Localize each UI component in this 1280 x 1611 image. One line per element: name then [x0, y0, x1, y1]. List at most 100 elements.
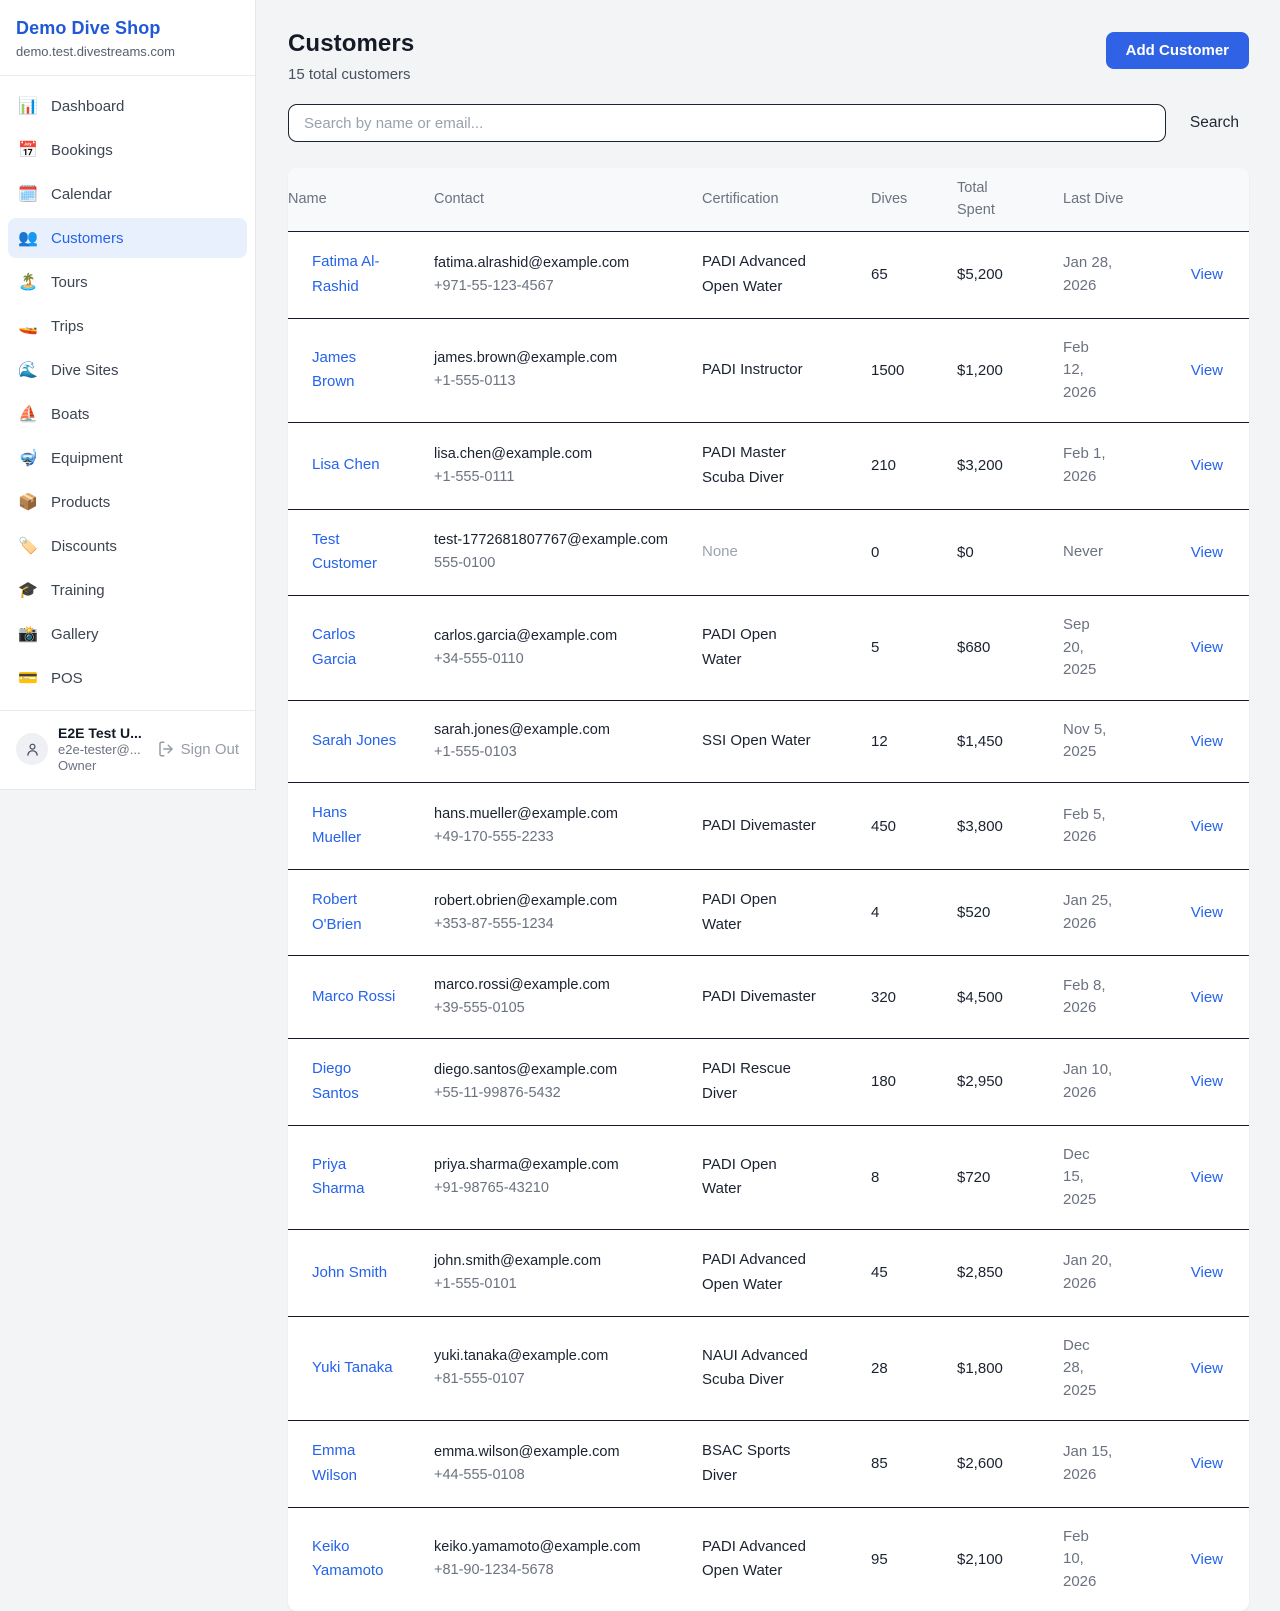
- cell-contact: fatima.alrashid@example.com +971-55-123-…: [434, 234, 702, 316]
- cell-contact: yuki.tanaka@example.com +81-555-0107: [434, 1327, 702, 1409]
- view-link[interactable]: View: [1191, 1169, 1223, 1186]
- sidebar: Demo Dive Shop demo.test.divestreams.com…: [0, 0, 256, 790]
- customer-name-link[interactable]: Diego Santos: [312, 1057, 400, 1107]
- view-link[interactable]: View: [1191, 1455, 1223, 1472]
- customer-email: lisa.chen@example.com: [434, 443, 690, 466]
- sidebar-item-label: Dashboard: [51, 98, 124, 115]
- cell-dives: 85: [871, 1437, 957, 1490]
- sidebar-item-label: Trips: [51, 318, 84, 335]
- column-header: Total Spent: [957, 168, 1063, 230]
- person-icon: [24, 741, 41, 758]
- customer-phone: +49-170-555-2233: [434, 826, 690, 849]
- customer-phone: +971-55-123-4567: [434, 275, 690, 298]
- table-row: Carlos Garcia carlos.garcia@example.com …: [288, 596, 1249, 701]
- table-row: Lisa Chen lisa.chen@example.com +1-555-0…: [288, 423, 1249, 510]
- sidebar-item[interactable]: 📦 Products: [8, 482, 247, 522]
- view-link[interactable]: View: [1191, 544, 1223, 561]
- customer-name-link[interactable]: Priya Sharma: [312, 1153, 400, 1203]
- customer-phone: +44-555-0108: [434, 1464, 690, 1487]
- sidebar-item[interactable]: ⛵ Boats: [8, 394, 247, 434]
- sidebar-item[interactable]: 🤿 Equipment: [8, 438, 247, 478]
- cell-contact: robert.obrien@example.com +353-87-555-12…: [434, 872, 702, 954]
- view-link[interactable]: View: [1191, 733, 1223, 750]
- cell-last-dive: Nov 5, 2025: [1063, 701, 1125, 782]
- user-name: E2E Test U...: [58, 725, 147, 741]
- cell-view: View: [1161, 344, 1249, 397]
- nav-item-icon: 🏷️: [18, 536, 38, 556]
- view-link[interactable]: View: [1191, 266, 1223, 283]
- cell-total-spent: $3,200: [957, 439, 1063, 492]
- sidebar-item[interactable]: 💳 POS: [8, 658, 247, 698]
- cell-contact: emma.wilson@example.com +44-555-0108: [434, 1423, 702, 1505]
- view-link[interactable]: View: [1191, 1073, 1223, 1090]
- cell-total-spent: $520: [957, 886, 1063, 939]
- nav-item-icon: 👥: [18, 228, 38, 248]
- column-header: Certification: [702, 179, 871, 220]
- customer-name-link[interactable]: John Smith: [312, 1261, 387, 1286]
- cell-name: Emma Wilson: [288, 1421, 434, 1507]
- search-button[interactable]: Search: [1180, 108, 1249, 138]
- customer-name-link[interactable]: Keiko Yamamoto: [312, 1535, 400, 1585]
- customer-name-link[interactable]: Carlos Garcia: [312, 623, 400, 673]
- search-input[interactable]: [288, 104, 1166, 142]
- customer-name-link[interactable]: Fatima Al-Rashid: [312, 250, 400, 300]
- customer-name-link[interactable]: Sarah Jones: [312, 729, 396, 754]
- view-link[interactable]: View: [1191, 818, 1223, 835]
- cell-last-dive: Jan 10, 2026: [1063, 1041, 1125, 1122]
- cell-last-dive: Dec 28, 2025: [1063, 1317, 1125, 1421]
- cell-view: View: [1161, 1246, 1249, 1299]
- nav-item-icon: 🚤: [18, 316, 38, 336]
- sign-out-button[interactable]: Sign Out: [157, 740, 239, 758]
- customer-phone: +55-11-99876-5432: [434, 1082, 690, 1105]
- customer-name-link[interactable]: Yuki Tanaka: [312, 1356, 393, 1381]
- view-link[interactable]: View: [1191, 1264, 1223, 1281]
- customer-name-link[interactable]: Emma Wilson: [312, 1439, 400, 1489]
- cell-certification: NAUI Advanced Scuba Diver: [702, 1326, 832, 1412]
- shop-name: Demo Dive Shop: [16, 18, 239, 39]
- customer-email: james.brown@example.com: [434, 347, 690, 370]
- customer-phone: +39-555-0105: [434, 997, 690, 1020]
- sidebar-item[interactable]: 🌊 Dive Sites: [8, 350, 247, 390]
- cell-last-dive: Jan 28, 2026: [1063, 234, 1125, 315]
- cell-total-spent: $0: [957, 526, 1063, 579]
- cell-last-dive: Feb 8, 2026: [1063, 957, 1125, 1038]
- customer-phone: +353-87-555-1234: [434, 913, 690, 936]
- cell-contact: marco.rossi@example.com +39-555-0105: [434, 956, 702, 1038]
- customer-name-link[interactable]: Robert O'Brien: [312, 888, 400, 938]
- table-body: Fatima Al-Rashid fatima.alrashid@example…: [288, 232, 1249, 1611]
- sidebar-item[interactable]: 📅 Bookings: [8, 130, 247, 170]
- customer-name-link[interactable]: Marco Rossi: [312, 985, 395, 1010]
- cell-certification: PADI Divemaster: [702, 796, 832, 857]
- sidebar-item[interactable]: 🏝️ Tours: [8, 262, 247, 302]
- view-link[interactable]: View: [1191, 1551, 1223, 1568]
- sidebar-item[interactable]: 🚤 Trips: [8, 306, 247, 346]
- view-link[interactable]: View: [1191, 989, 1223, 1006]
- view-link[interactable]: View: [1191, 639, 1223, 656]
- view-link[interactable]: View: [1191, 457, 1223, 474]
- cell-contact: diego.santos@example.com +55-11-99876-54…: [434, 1041, 702, 1123]
- customer-phone: +1-555-0103: [434, 741, 690, 764]
- view-link[interactable]: View: [1191, 362, 1223, 379]
- cell-total-spent: $2,950: [957, 1055, 1063, 1108]
- cell-view: View: [1161, 526, 1249, 579]
- sidebar-item[interactable]: 🏷️ Discounts: [8, 526, 247, 566]
- view-link[interactable]: View: [1191, 904, 1223, 921]
- customer-name-link[interactable]: Hans Mueller: [312, 801, 400, 851]
- cell-total-spent: $680: [957, 621, 1063, 674]
- customer-name-link[interactable]: Test Customer: [312, 528, 400, 578]
- cell-view: View: [1161, 621, 1249, 674]
- cell-dives: 210: [871, 439, 957, 492]
- view-link[interactable]: View: [1191, 1360, 1223, 1377]
- column-header: Contact: [434, 179, 702, 220]
- add-customer-button[interactable]: Add Customer: [1106, 32, 1249, 69]
- sidebar-item[interactable]: 🎓 Training: [8, 570, 247, 610]
- customer-name-link[interactable]: James Brown: [312, 346, 400, 396]
- cell-dives: 180: [871, 1055, 957, 1108]
- sidebar-item[interactable]: 📊 Dashboard: [8, 86, 247, 126]
- nav-item-icon: 📸: [18, 624, 38, 644]
- sidebar-item[interactable]: 📸 Gallery: [8, 614, 247, 654]
- customer-name-link[interactable]: Lisa Chen: [312, 453, 380, 478]
- cell-contact: test-1772681807767@example.com 555-0100: [434, 511, 702, 593]
- sidebar-item[interactable]: 👥 Customers: [8, 218, 247, 258]
- sidebar-item[interactable]: 🗓️ Calendar: [8, 174, 247, 214]
